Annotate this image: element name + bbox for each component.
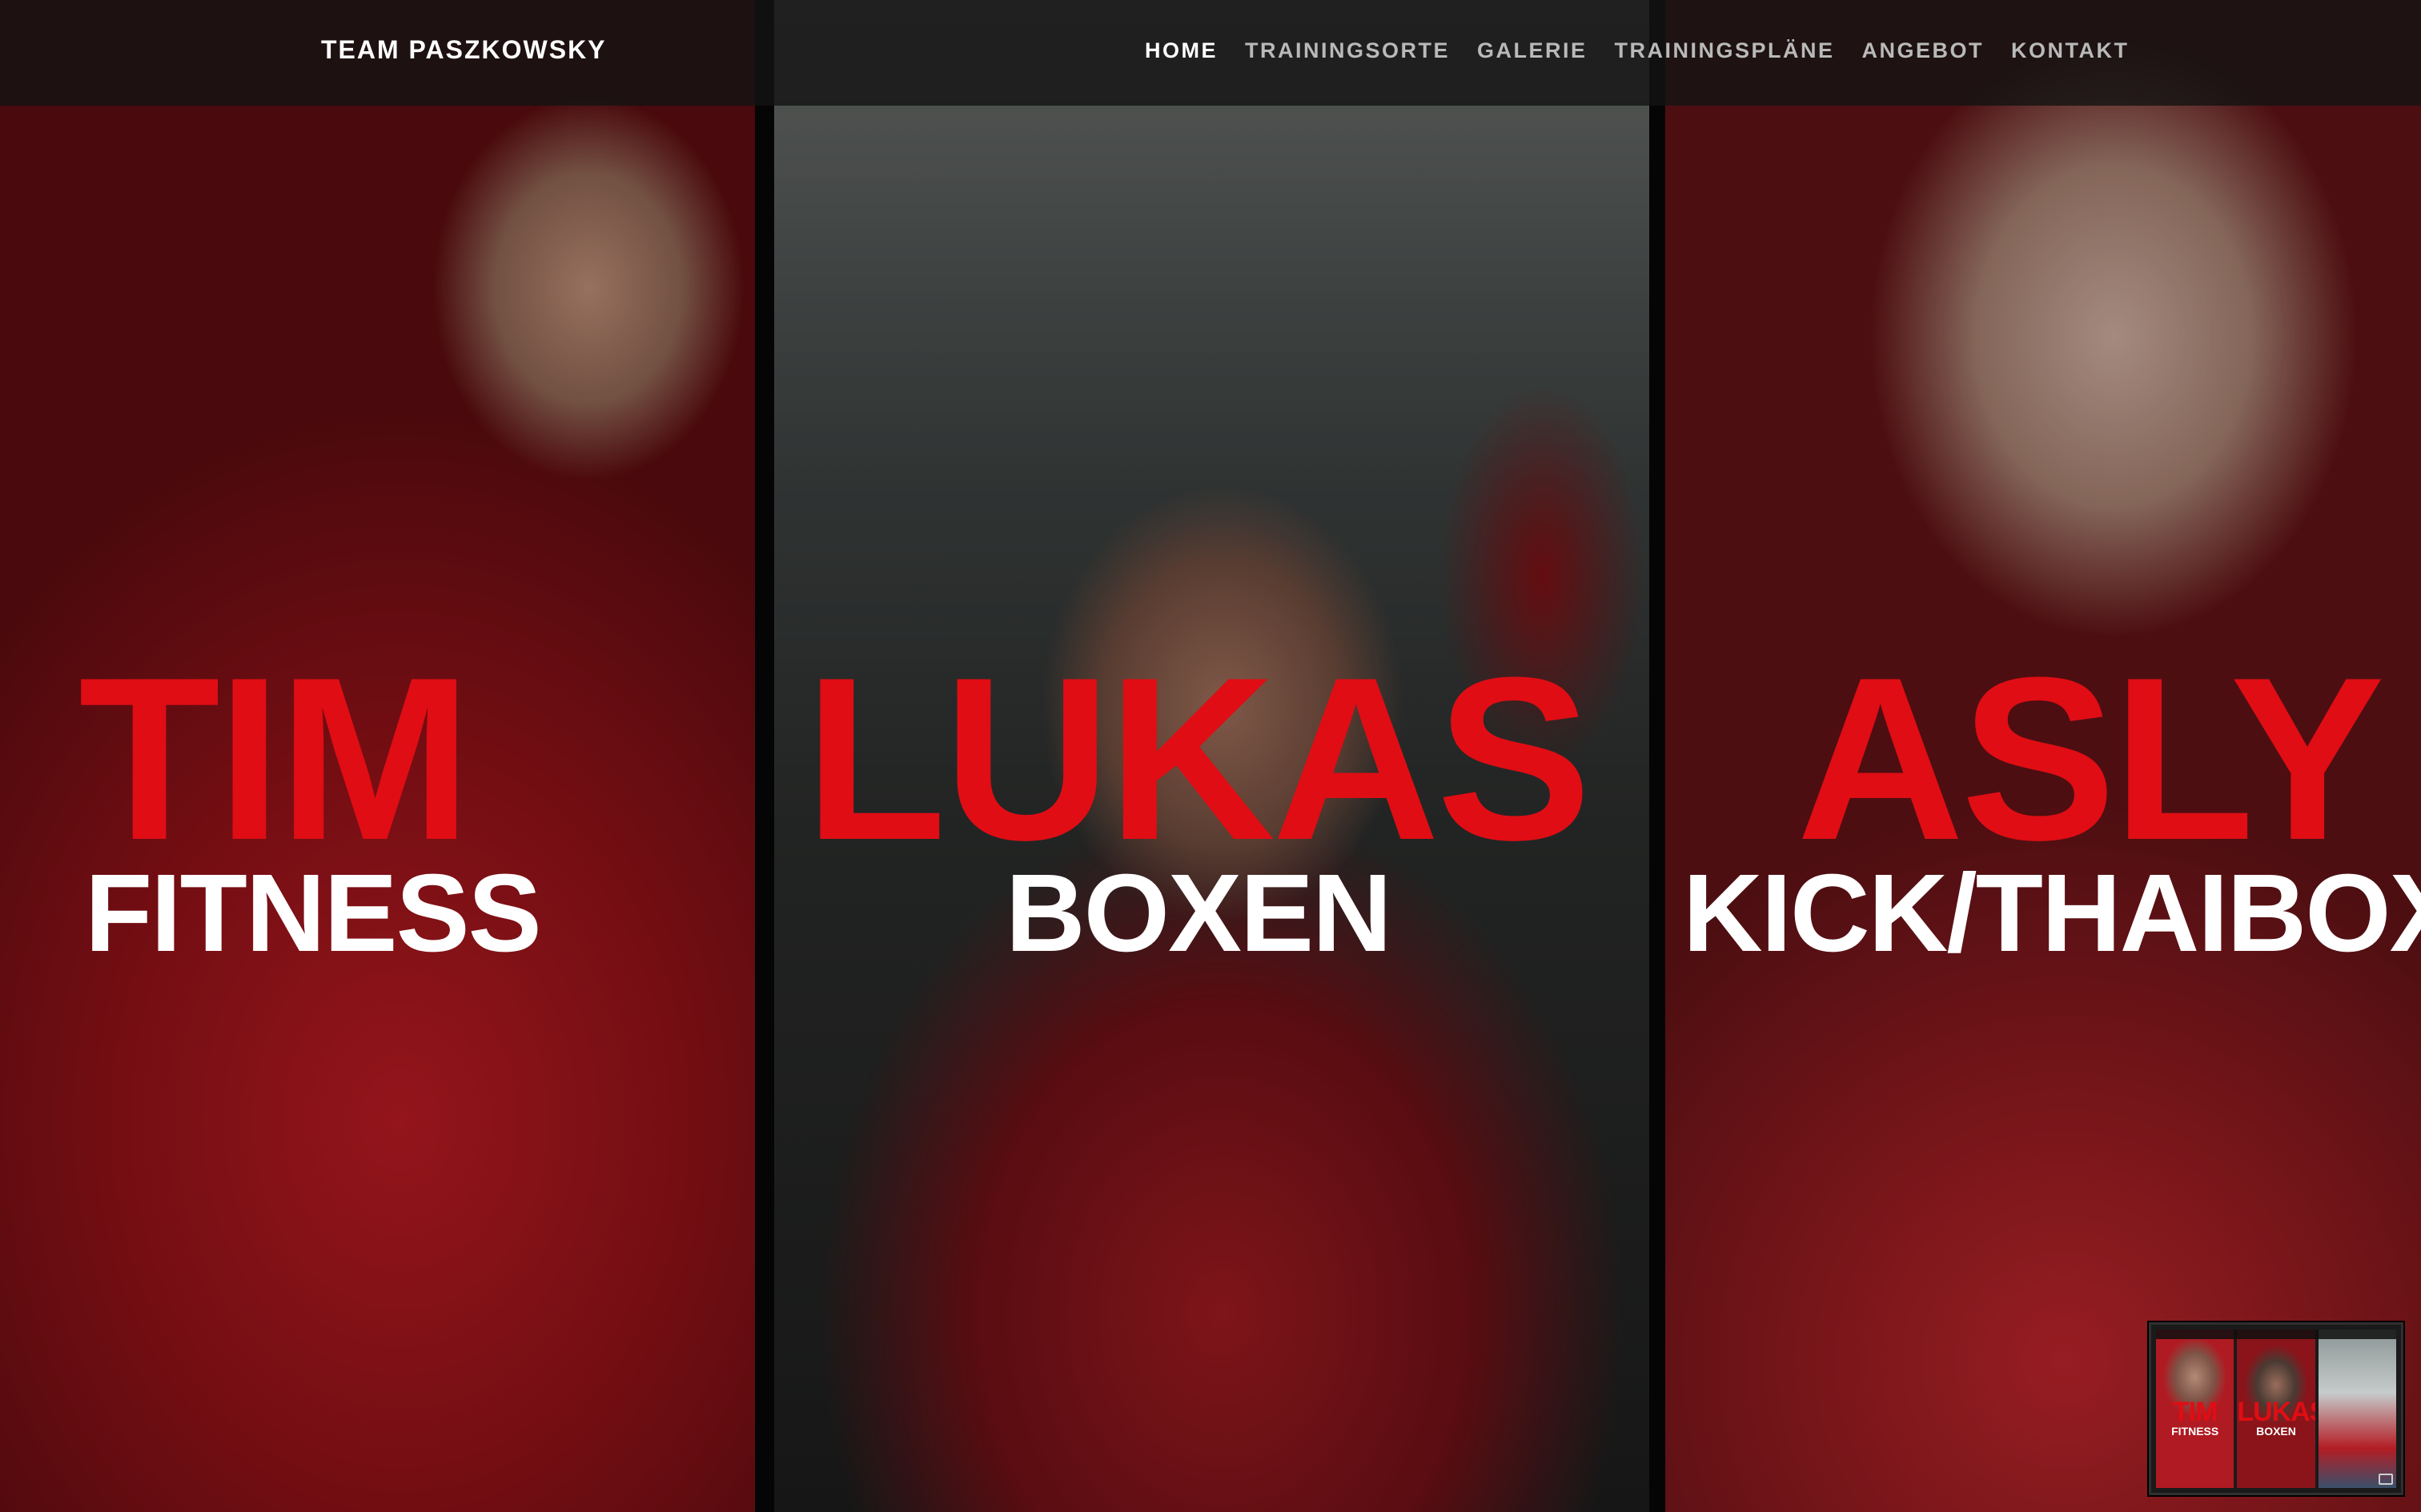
fullscreen-icon[interactable] [2379, 1474, 2393, 1485]
trainer-name-asly: ASLY [1797, 629, 2385, 888]
discipline-fitness: FITNESS [85, 852, 542, 975]
video-preview-thumbnail[interactable]: TIM FITNESS LUKAS BOXEN [2149, 1322, 2403, 1495]
nav-item-home[interactable]: HOME [1145, 38, 1218, 63]
top-navbar: TEAM PASZKOWSKY HOME TRAININGSORTE GALER… [0, 0, 2421, 106]
panel-divider [755, 0, 774, 1512]
preview-panels: TIM FITNESS LUKAS BOXEN [2156, 1330, 2396, 1488]
nav-item-galerie[interactable]: GALERIE [1477, 38, 1588, 63]
nav-item-angebot[interactable]: ANGEBOT [1862, 38, 1985, 63]
discipline-boxen: BOXEN [1006, 852, 1392, 975]
discipline-kick-thaiboxen: KICK/THAIBOXEN [1683, 852, 2421, 975]
preview-panel-third [2318, 1330, 2396, 1488]
trainer-name-tim: TIM [78, 629, 472, 888]
preview-navbar [2156, 1330, 2396, 1339]
nav-item-kontakt[interactable]: KONTAKT [2011, 38, 2129, 63]
panel-divider [1649, 0, 1665, 1512]
trainer-name-lukas: LUKAS [805, 629, 1592, 888]
preview-panel-lukas: LUKAS BOXEN [2237, 1330, 2315, 1488]
preview-name-lukas: LUKAS [2237, 1397, 2315, 1427]
hero-video-stage: TIM FITNESS LUKAS BOXEN ASLY KICK/THAIBO… [0, 0, 2421, 1512]
nav-item-trainingsorte[interactable]: TRAININGSORTE [1245, 38, 1450, 63]
nav-item-trainingsplaene[interactable]: TRAININGSPLÄNE [1615, 38, 1835, 63]
preview-discipline-boxen: BOXEN [2256, 1425, 2296, 1438]
main-nav: HOME TRAININGSORTE GALERIE TRAININGSPLÄN… [1145, 38, 2130, 63]
site-brand-logo[interactable]: TEAM PASZKOWSKY [321, 35, 607, 65]
preview-name-tim: TIM [2172, 1397, 2218, 1427]
preview-panel-tim: TIM FITNESS [2156, 1330, 2234, 1488]
preview-discipline-fitness: FITNESS [2171, 1425, 2219, 1438]
